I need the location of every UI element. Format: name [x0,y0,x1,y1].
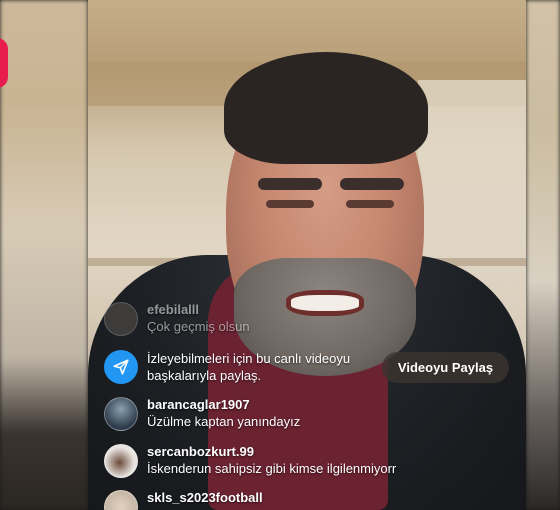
comment-item[interactable]: efebilalll Çok geçmiş olsun [104,302,250,336]
avatar[interactable] [104,444,138,478]
comment-message: Çok geçmiş olsun [147,319,250,334]
share-prompt-line1: İzleyebilmeleri için bu canlı videoyu [147,351,351,366]
live-video[interactable] [88,0,526,510]
paper-plane-icon[interactable] [104,350,138,384]
live-stream-view: efebilalll Çok geçmiş olsun İzleyebilmel… [0,0,560,510]
comment-username[interactable]: sercanbozkurt.99 [147,444,396,460]
blurred-background-left [0,0,88,510]
avatar[interactable] [104,302,138,336]
share-prompt-line2: başkalarıyla paylaş. [147,368,262,383]
avatar[interactable] [104,397,138,431]
comment-username[interactable]: skls_s2023football [147,490,263,506]
blurred-background-right [526,0,560,510]
share-video-button[interactable]: Videoyu Paylaş [382,352,509,383]
share-prompt: İzleyebilmeleri için bu canlı videoyu ba… [104,350,350,384]
comment-message: İskenderun sahipsiz gibi kimse ilgilenmi… [147,461,397,476]
comment-message: Üzülme kaptan yanındayız [147,414,301,429]
comment-username[interactable]: efebilalll [147,302,250,318]
comment-item[interactable]: barancaglar1907 Üzülme kaptan yanındayız [104,397,300,431]
avatar[interactable] [104,490,138,510]
comment-item[interactable]: skls_s2023football [104,490,263,510]
live-indicator [0,38,8,88]
comment-username[interactable]: barancaglar1907 [147,397,300,413]
comment-item[interactable]: sercanbozkurt.99 İskenderun sahipsiz gib… [104,444,396,478]
